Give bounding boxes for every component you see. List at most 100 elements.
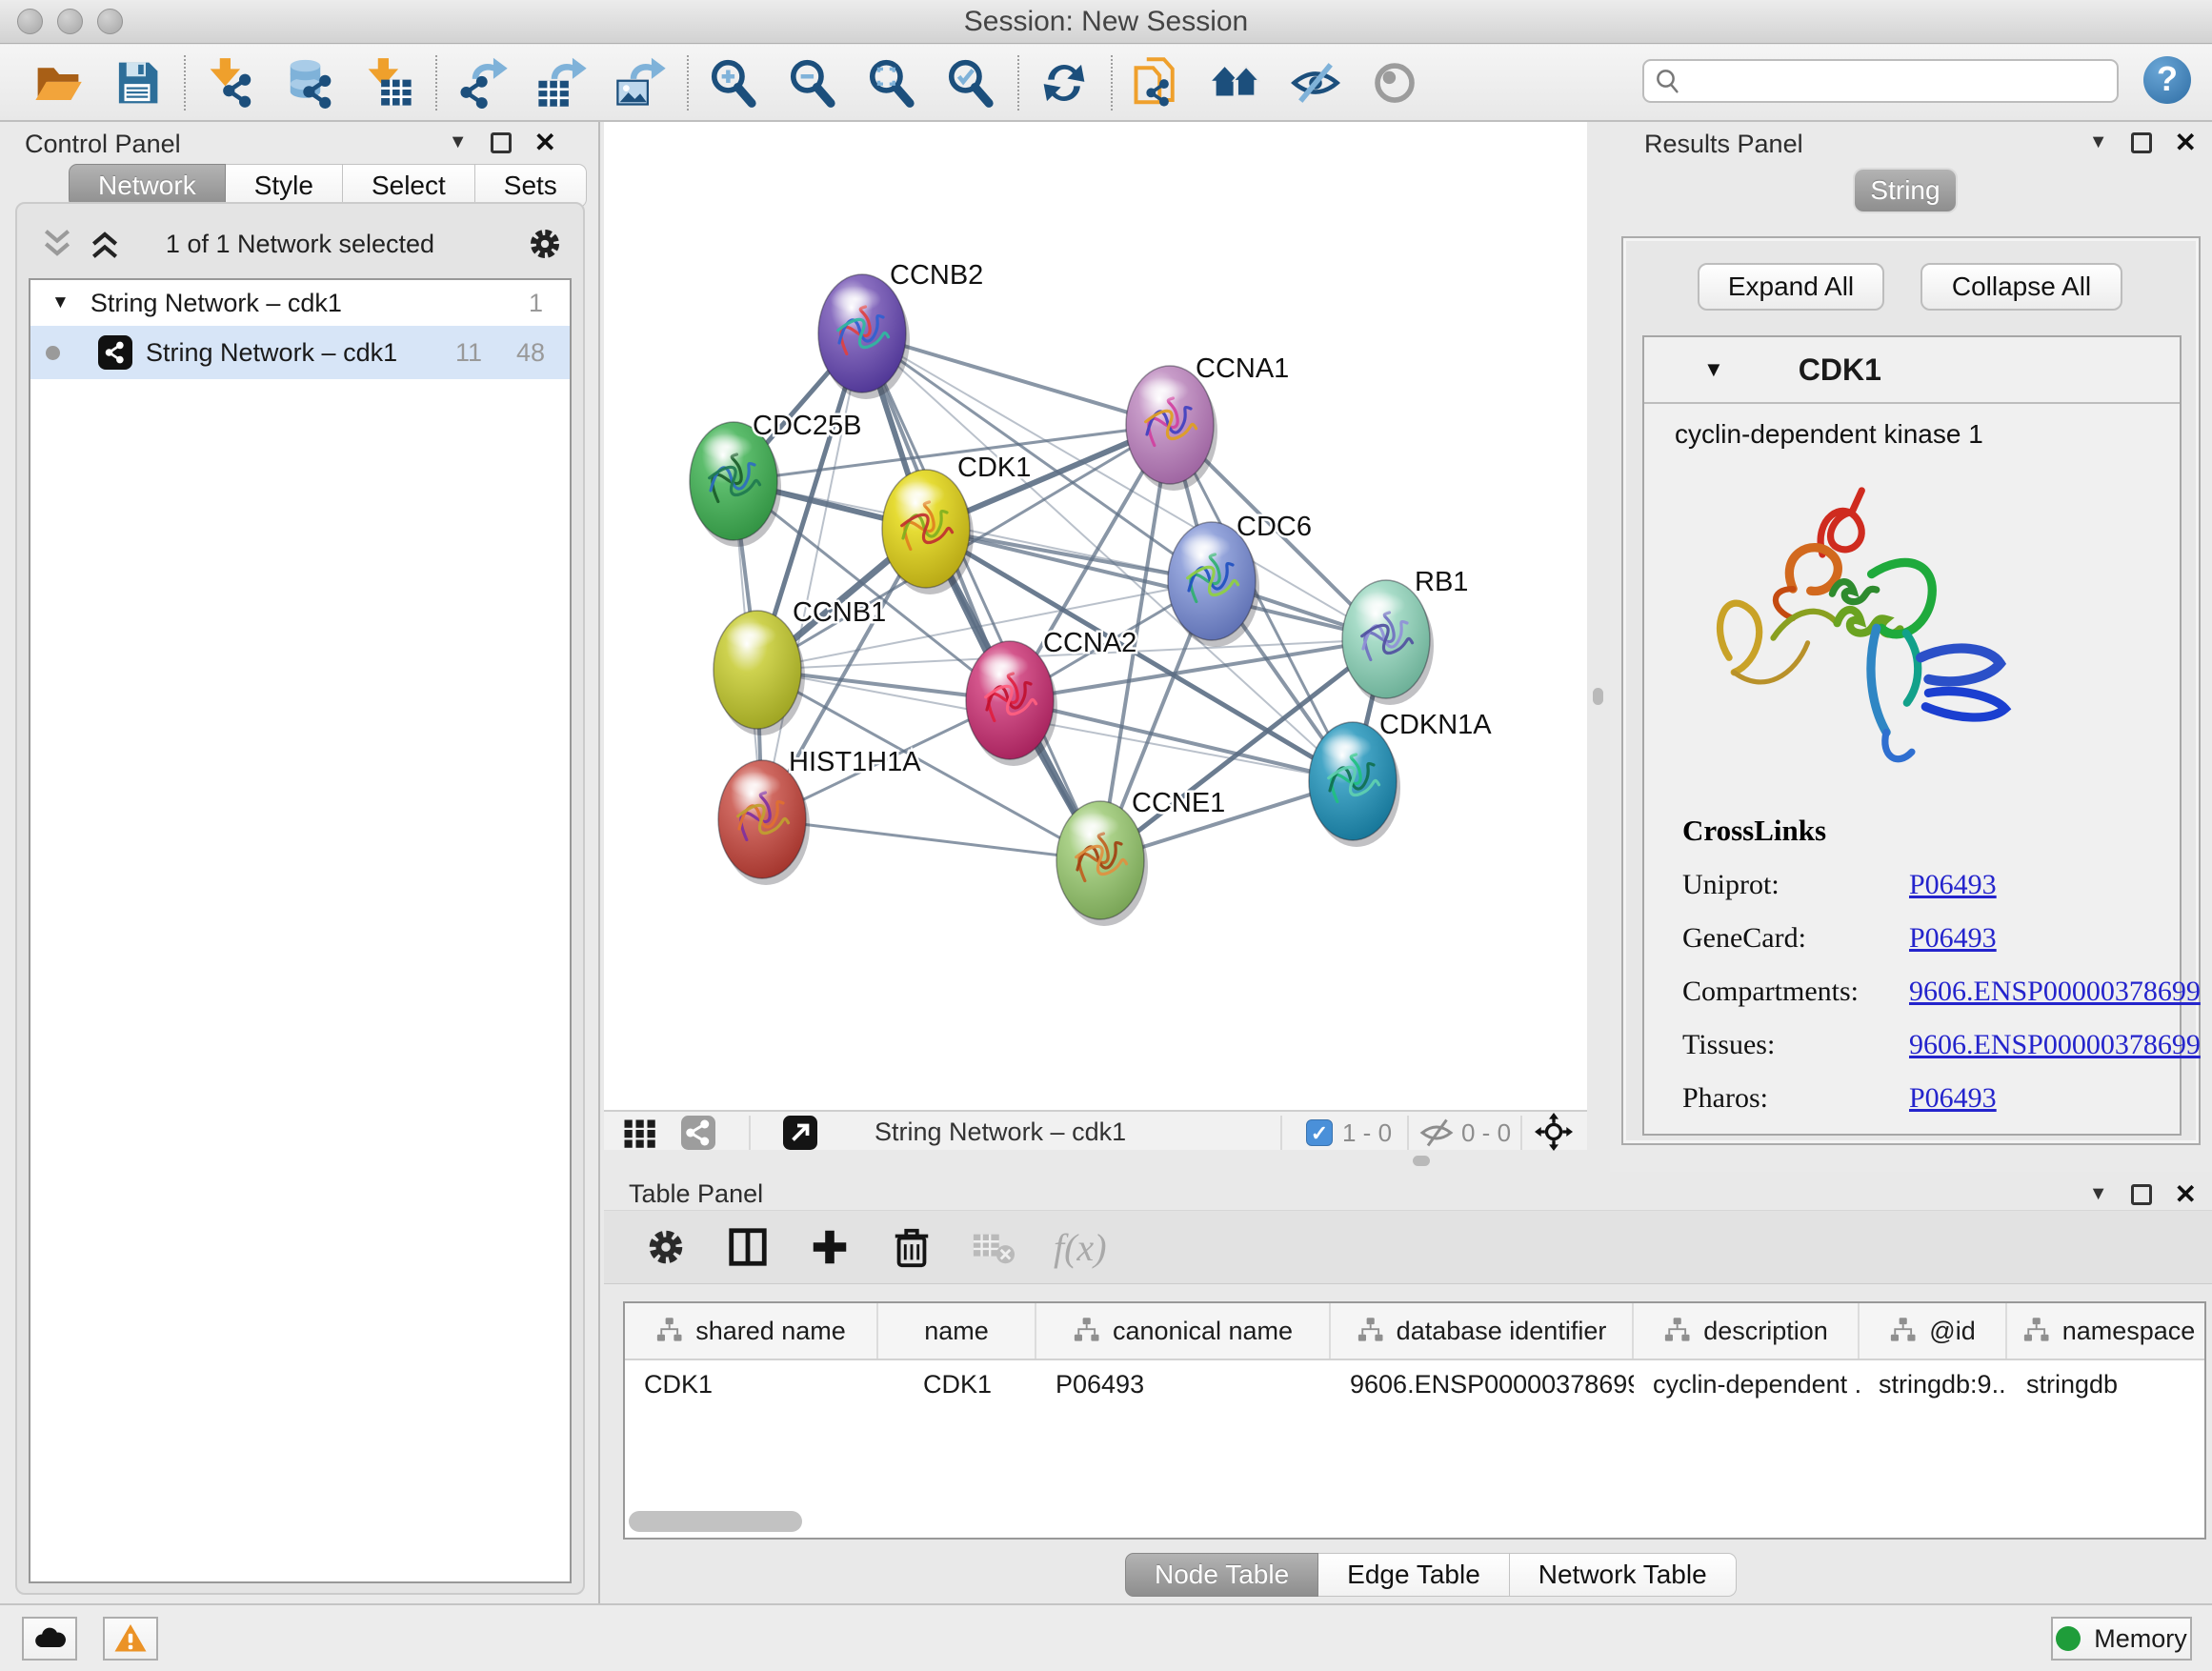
refresh-layout-icon[interactable] (1038, 57, 1090, 109)
warnings-button[interactable] (103, 1617, 158, 1661)
protein-card-header[interactable]: ▼ CDK1 (1644, 337, 2180, 404)
export-network-icon[interactable] (456, 57, 508, 109)
houses-icon[interactable] (1211, 57, 1262, 109)
control-panel-controls: ▼ ✕ (449, 131, 556, 153)
node-RB1[interactable] (1342, 580, 1434, 705)
panel-menu-icon[interactable]: ▼ (449, 131, 468, 153)
table-cell: P06493 (1036, 1360, 1331, 1408)
import-network-database-icon[interactable] (284, 57, 335, 109)
delete-column-trash-icon[interactable] (890, 1225, 934, 1269)
close-panel-icon[interactable]: ✕ (534, 132, 556, 153)
import-table-file-icon[interactable] (363, 57, 414, 109)
tab-node-table[interactable]: Node Table (1125, 1553, 1318, 1597)
node-HIST1H1A[interactable] (718, 760, 810, 885)
crosslink-link[interactable]: P06493 (1909, 1082, 1997, 1115)
table-cell: 9606.ENSP00000378699 (1331, 1360, 1634, 1408)
crosslink-link[interactable]: P06493 (1909, 922, 1997, 955)
save-session-icon[interactable] (111, 57, 163, 109)
show-columns-icon[interactable] (726, 1225, 770, 1269)
crosslinks-title: CrossLinks (1682, 814, 2201, 848)
edge-HIST1H1A-CCNE1[interactable] (762, 819, 1100, 860)
help-button[interactable]: ? (2143, 56, 2191, 104)
node-CCNB2[interactable] (818, 274, 910, 399)
float-panel-icon[interactable] (2131, 132, 2152, 153)
network-options-gear-icon[interactable] (526, 225, 564, 263)
hide-selected-icon[interactable] (1290, 57, 1341, 109)
table-horizontal-scrollbar[interactable] (629, 1511, 802, 1532)
crosslink-link[interactable]: 9606.ENSP00000378699 (1909, 976, 2201, 1008)
toolbar-divider (1111, 55, 1113, 111)
network-row-selected[interactable]: String Network – cdk1 11 48 (30, 326, 570, 379)
crosslink-label: GeneCard: (1682, 922, 1909, 955)
node-CDK1[interactable] (882, 470, 974, 594)
network-collection-row[interactable]: ▼ String Network – cdk1 1 (30, 280, 570, 326)
zoom-selected-icon[interactable] (945, 57, 996, 109)
collapse-card-icon[interactable]: ▼ (1703, 357, 1724, 382)
vertical-splitter-handle[interactable] (1593, 688, 1603, 705)
network-canvas[interactable]: CCNB2CCNA1CDC25BCDK1CDC6RB1CCNB1CCNA2CDK… (604, 122, 1587, 1110)
table-settings-gear-icon[interactable] (644, 1225, 688, 1269)
node-CDKN1A[interactable] (1309, 722, 1400, 847)
add-column-icon[interactable] (808, 1225, 852, 1269)
protein-name: CDK1 (1799, 352, 1881, 388)
open-in-window-icon[interactable] (783, 1116, 817, 1150)
export-table-icon[interactable] (535, 57, 587, 109)
node-CCNA2[interactable] (966, 641, 1057, 766)
show-all-icon[interactable] (1369, 57, 1420, 109)
panel-menu-icon[interactable]: ▼ (2089, 1183, 2108, 1205)
node-label-CDC25B: CDC25B (753, 411, 861, 441)
navigator-crosshair-icon[interactable] (1535, 1113, 1573, 1151)
edge-CCNA2-CDKN1A[interactable] (1010, 700, 1353, 781)
thumbnail-grid-icon[interactable] (623, 1116, 657, 1150)
crosslink-link[interactable]: 9606.ENSP00000378699 (1909, 1029, 2201, 1061)
crosslink-link[interactable]: P06493 (1909, 869, 1997, 901)
close-panel-icon[interactable]: ✕ (2175, 1184, 2197, 1205)
float-panel-icon[interactable] (2131, 1184, 2152, 1205)
search-box[interactable] (1642, 59, 2119, 103)
open-file-icon[interactable] (32, 57, 84, 109)
crosslink-row: Uniprot: P06493 (1682, 869, 2201, 901)
tab-string[interactable]: String (1855, 170, 1956, 211)
string-results-box: Expand All Collapse All ▼ CDK1 cyclin-de… (1621, 236, 2201, 1145)
expand-all-button[interactable]: Expand All (1698, 263, 1884, 311)
panel-menu-icon[interactable]: ▼ (2089, 131, 2108, 153)
export-image-icon[interactable] (614, 57, 666, 109)
column-header--id[interactable]: @id (1860, 1303, 2007, 1359)
table-toolbar: f(x) (604, 1210, 2212, 1284)
node-label-CCNE1: CCNE1 (1132, 788, 1225, 818)
close-panel-icon[interactable]: ✕ (2175, 132, 2197, 153)
column-header-name[interactable]: name (878, 1303, 1036, 1359)
column-header-shared-name[interactable]: shared name (625, 1303, 878, 1359)
node-CCNE1[interactable] (1056, 801, 1148, 926)
column-header-namespace[interactable]: namespace (2007, 1303, 2206, 1359)
zoom-out-icon[interactable] (787, 57, 838, 109)
node-label-RB1: RB1 (1415, 567, 1468, 597)
column-header-canonical-name[interactable]: canonical name (1036, 1303, 1331, 1359)
edge-CCNB2-CCNE1[interactable] (862, 333, 1100, 860)
zoom-in-icon[interactable] (708, 57, 759, 109)
netbar-divider (1520, 1116, 1522, 1150)
node-CCNB1[interactable] (714, 611, 805, 735)
cloud-status-button[interactable] (22, 1617, 77, 1661)
network-share-icon[interactable] (681, 1116, 715, 1150)
edge-count: 48 (516, 338, 545, 368)
memory-label: Memory (2094, 1624, 2187, 1654)
first-neighbors-icon[interactable] (1132, 57, 1183, 109)
table-row[interactable]: CDK1CDK1P064939606.ENSP00000378699cyclin… (625, 1360, 2204, 1408)
selected-checkbox-icon[interactable]: ✓ (1306, 1119, 1333, 1146)
tab-network-table[interactable]: Network Table (1510, 1553, 1737, 1597)
column-header-database-identifier[interactable]: database identifier (1331, 1303, 1634, 1359)
column-header-description[interactable]: description (1634, 1303, 1860, 1359)
node-CCNA1[interactable] (1126, 366, 1217, 491)
hidden-eye-slash-icon[interactable] (1419, 1116, 1454, 1150)
horizontal-splitter-handle[interactable] (1413, 1156, 1430, 1166)
collapse-tree-icon[interactable]: ▼ (51, 292, 70, 313)
import-network-file-icon[interactable] (205, 57, 256, 109)
search-input[interactable] (1690, 67, 2107, 96)
hidden-count: 0 - 0 (1461, 1118, 1511, 1148)
tab-edge-table[interactable]: Edge Table (1318, 1553, 1510, 1597)
collapse-all-button[interactable]: Collapse All (1920, 263, 2122, 311)
float-panel-icon[interactable] (491, 132, 512, 153)
memory-button[interactable]: Memory (2051, 1617, 2192, 1661)
zoom-fit-icon[interactable] (866, 57, 917, 109)
